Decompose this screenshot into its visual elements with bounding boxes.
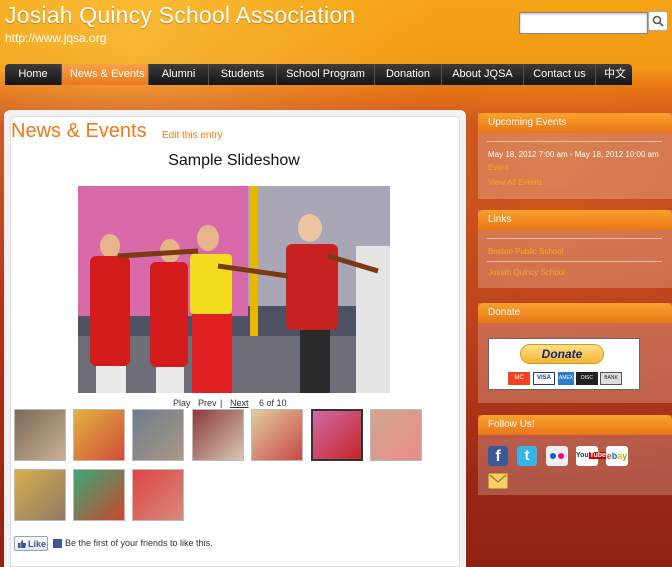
thumbnail-3[interactable] bbox=[132, 409, 184, 461]
page-title: News & Events bbox=[11, 120, 147, 142]
search-input[interactable] bbox=[519, 12, 648, 34]
next-button[interactable]: Next bbox=[230, 398, 249, 408]
boston-public-school-link[interactable]: Boston Public School bbox=[488, 247, 564, 256]
thumbnail-2[interactable] bbox=[73, 409, 125, 461]
amex-icon: AMEX bbox=[558, 372, 574, 385]
like-text: Be the first of your friends to like thi… bbox=[65, 538, 213, 548]
email-icon[interactable] bbox=[488, 473, 508, 489]
nav-item-news-events[interactable]: News & Events bbox=[62, 64, 149, 85]
divider bbox=[487, 141, 662, 142]
divider bbox=[487, 238, 662, 239]
students-violin-image bbox=[78, 186, 390, 393]
thumbnail-6-active[interactable] bbox=[311, 409, 363, 461]
nav-item-donation[interactable]: Donation bbox=[375, 64, 442, 85]
nav-item-alumni[interactable]: Alumni bbox=[149, 64, 209, 85]
nav-item-students[interactable]: Students bbox=[209, 64, 277, 85]
like-label: Like bbox=[28, 539, 47, 549]
facebook-icon bbox=[53, 539, 62, 548]
thumbnail-8[interactable] bbox=[14, 469, 66, 521]
slideshow-title: Sample Slideshow bbox=[168, 152, 300, 169]
discover-icon: DISC bbox=[576, 372, 598, 385]
paypal-donate-panel[interactable]: Donate MC VISA AMEX DISC BANK bbox=[488, 338, 640, 390]
prev-button[interactable]: Prev bbox=[198, 398, 217, 408]
search-button[interactable] bbox=[648, 11, 668, 31]
nav-item-chinese[interactable]: 中文 bbox=[596, 64, 632, 85]
twitter-icon[interactable]: t bbox=[517, 446, 537, 466]
thumbs-up-icon bbox=[18, 540, 26, 548]
nav-item-contact[interactable]: Contact us bbox=[524, 64, 596, 85]
thumbnail-9[interactable] bbox=[73, 469, 125, 521]
donate-button[interactable]: Donate bbox=[520, 344, 604, 364]
thumbnail-4[interactable] bbox=[192, 409, 244, 461]
thumbnail-5[interactable] bbox=[251, 409, 303, 461]
divider bbox=[487, 261, 662, 262]
thumbnail-7[interactable] bbox=[370, 409, 422, 461]
edit-entry-link[interactable]: Edit this entry bbox=[162, 130, 223, 141]
ebay-icon[interactable]: ebay bbox=[606, 446, 628, 466]
main-nav: Home News & Events Alumni Students Schoo… bbox=[5, 64, 632, 85]
facebook-like-button[interactable]: Like bbox=[14, 536, 48, 551]
event-link[interactable]: Event bbox=[488, 163, 508, 172]
youtube-icon[interactable]: YouTube bbox=[576, 446, 607, 466]
controls-separator: | bbox=[220, 398, 223, 408]
event-date: May 18, 2012 7:00 am - May 18, 2012 10:0… bbox=[488, 150, 659, 159]
slideshow-main-photo[interactable] bbox=[78, 186, 390, 393]
nav-item-school-program[interactable]: School Program bbox=[277, 64, 375, 85]
donate-heading: Donate bbox=[478, 303, 672, 323]
play-button[interactable]: Play bbox=[173, 398, 191, 408]
facebook-icon[interactable]: f bbox=[488, 446, 508, 466]
thumbnail-10[interactable] bbox=[132, 469, 184, 521]
flickr-icon[interactable] bbox=[546, 446, 568, 466]
nav-item-about[interactable]: About JQSA bbox=[442, 64, 524, 85]
view-all-events-link[interactable]: View All Events bbox=[488, 178, 543, 187]
links-heading: Links bbox=[478, 210, 672, 230]
slide-counter: 6 of 10 bbox=[259, 398, 287, 408]
thumbnail-1[interactable] bbox=[14, 409, 66, 461]
bank-icon: BANK bbox=[600, 372, 622, 385]
nav-item-home[interactable]: Home bbox=[5, 64, 62, 85]
mastercard-icon: MC bbox=[508, 372, 530, 385]
site-url[interactable]: http://www.jqsa.org bbox=[5, 31, 106, 45]
follow-us-heading: Follow Us! bbox=[478, 415, 672, 435]
josiah-quincy-school-link[interactable]: Josiah Quincy School bbox=[488, 268, 565, 277]
search-icon bbox=[652, 15, 664, 27]
site-title[interactable]: Josiah Quincy School Association bbox=[5, 2, 355, 29]
upcoming-events-heading: Upcoming Events bbox=[478, 113, 672, 133]
visa-icon: VISA bbox=[533, 372, 555, 385]
